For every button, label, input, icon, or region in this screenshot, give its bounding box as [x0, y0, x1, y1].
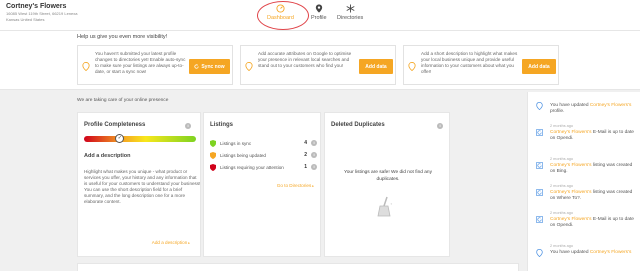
shield-alert-icon: [210, 163, 216, 171]
feed-business-link: Cortney's Flowers's: [589, 250, 632, 255]
help-title: Help us give you even more visibility!: [77, 34, 168, 40]
add-data-button[interactable]: Add data: [522, 59, 556, 74]
go-to-directories-label: Go to Directories: [276, 183, 312, 188]
listing-row-count: 4: [304, 140, 307, 146]
highlight-ring: [257, 1, 309, 30]
presence-title: We are taking care of your online presen…: [77, 98, 169, 103]
info-icon[interactable]: i: [311, 164, 317, 170]
gauge-knob: ✓: [115, 134, 125, 143]
help-section: Help us give you even more visibility! Y…: [0, 31, 640, 90]
sync-now-label: Sync now: [201, 63, 225, 70]
duplicates-panel: Deleted Duplicates i Your listings are s…: [324, 112, 450, 257]
profile-completeness-title: Profile Completeness: [84, 122, 146, 128]
sync-now-button[interactable]: Sync now: [189, 59, 230, 74]
nav-profile[interactable]: Profile: [311, 4, 327, 21]
duplicates-title: Deleted Duplicates: [331, 122, 385, 128]
listing-row-attention[interactable]: Listings requiring your attention 1 i: [210, 163, 318, 171]
sync-icon: [536, 129, 543, 136]
feed-time: 2 months ago: [550, 211, 574, 215]
feed-text: profile.: [550, 109, 565, 114]
add-data-label: Add data: [528, 63, 550, 70]
listing-row-label: Listings being updated: [220, 152, 266, 158]
lightbulb-icon: [245, 62, 253, 71]
info-icon[interactable]: i: [311, 152, 317, 158]
activity-feed: You have updated Cortney's Flowers's pro…: [527, 92, 640, 271]
listing-row-label: Listings requiring your attention: [220, 164, 284, 170]
go-to-directories-link[interactable]: Go to Directories ▸: [277, 183, 314, 189]
listing-row-in-sync[interactable]: Listings in sync 4 i: [210, 139, 318, 147]
help-card-text: You haven't submitted your latest profil…: [95, 51, 186, 74]
feed-message: Cortney's Flowers's listing was created …: [550, 190, 636, 202]
info-icon[interactable]: i: [311, 140, 317, 146]
description-heading: Add a description: [84, 153, 131, 159]
feed-message: You have updated Cortney's Flowers's: [550, 250, 636, 256]
help-card-text: Add a short description to highlight wha…: [421, 51, 518, 74]
feed-business-link: Cortney's Flowers's: [550, 163, 592, 168]
business-address-line1: 16085 West 119th Street, 66219 Lenexa: [6, 11, 78, 16]
listing-row-updating[interactable]: Listings being updated 2 i: [210, 151, 318, 159]
feed-message: Cortney's Flowers's E-Mail is up to date…: [550, 130, 636, 142]
sync-icon: [536, 189, 543, 196]
feed-business-link: Cortney's Flowers's: [589, 103, 632, 108]
add-description-label: Add a description: [151, 240, 188, 245]
listings-title: Listings: [210, 122, 234, 128]
nav-directories-label: Directories: [337, 15, 364, 21]
add-description-link[interactable]: Add a description ▸: [152, 240, 190, 246]
description-text: Highlight what makes you unique - what p…: [84, 169, 201, 204]
feed-text: You have updated: [550, 250, 590, 255]
feed-message: Cortney's Flowers's E-Mail is up to date…: [550, 217, 636, 229]
feed-business-link: Cortney's Flowers's: [550, 130, 592, 135]
location-pin-icon: [536, 249, 543, 257]
help-card-attributes: Add accurate attributes on Google to opt…: [240, 45, 396, 85]
svg-text:✦: ✦: [390, 202, 393, 206]
business-header: Cortney's Flowers 16085 West 119th Stree…: [6, 3, 77, 22]
business-address-line2: Kansas United States: [6, 17, 45, 22]
bottom-panel: [77, 263, 519, 271]
feed-message: Cortney's Flowers's listing was created …: [550, 163, 636, 175]
help-card-text: Add accurate attributes on Google to opt…: [258, 51, 352, 68]
listing-row-label: Listings in sync: [220, 140, 252, 146]
feed-message: You have updated Cortney's Flowers's pro…: [550, 103, 636, 115]
feed-time: 2 months ago: [550, 244, 574, 248]
location-pin-icon: [536, 102, 543, 110]
feed-time: 2 months ago: [550, 184, 574, 188]
top-bar: Cortney's Flowers 16085 West 119th Stree…: [0, 0, 640, 31]
help-card-sync: You haven't submitted your latest profil…: [77, 45, 233, 85]
add-data-label: Add data: [365, 63, 387, 70]
location-pin-icon: [315, 4, 322, 13]
shield-sync-icon: [210, 151, 216, 159]
feed-time: 2 months ago: [550, 157, 574, 161]
info-icon[interactable]: i: [437, 123, 443, 129]
feed-business-link: Cortney's Flowers's: [550, 217, 592, 222]
info-icon[interactable]: i: [185, 123, 191, 129]
listings-panel: Listings Listings in sync 4 i Listings b…: [203, 112, 321, 257]
nav-profile-label: Profile: [311, 15, 327, 21]
refresh-icon: [194, 64, 199, 69]
add-data-button[interactable]: Add data: [359, 59, 393, 74]
broom-icon: ✦: [377, 196, 393, 217]
shield-check-icon: [210, 139, 216, 147]
listing-row-count: 2: [304, 152, 307, 158]
feed-time: 2 months ago: [550, 124, 574, 128]
business-name: Cortney's Flowers: [6, 3, 67, 10]
asterisk-icon: [346, 4, 355, 13]
feed-business-link: Cortney's Flowers's: [550, 190, 592, 195]
profile-completeness-panel: Profile Completeness i ✓ Add a descripti…: [77, 112, 201, 257]
feed-text: You have updated: [550, 103, 590, 108]
lightbulb-icon: [408, 62, 416, 71]
sync-icon: [536, 216, 543, 223]
lightbulb-icon: [82, 62, 90, 71]
listing-row-count: 1: [304, 164, 307, 170]
duplicates-message: Your listings are safe! We did not find …: [344, 170, 432, 182]
completeness-gauge: ✓: [84, 134, 196, 143]
nav-directories[interactable]: Directories: [337, 4, 363, 21]
sync-icon: [536, 162, 543, 169]
help-card-description: Add a short description to highlight wha…: [403, 45, 559, 85]
